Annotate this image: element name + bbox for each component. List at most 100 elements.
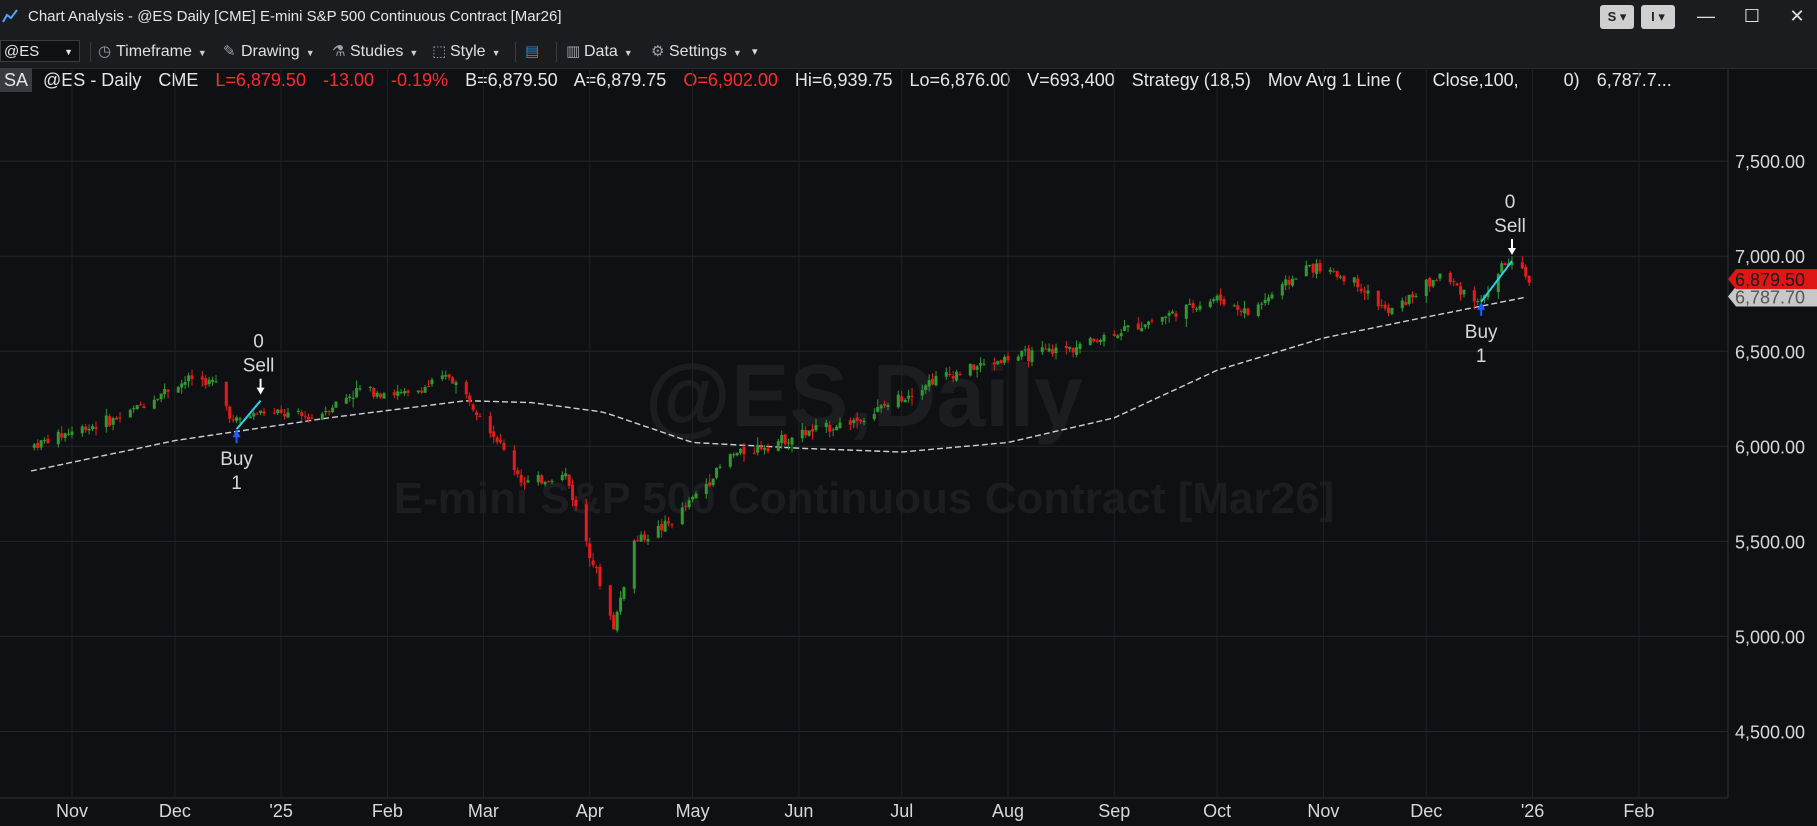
down-candle (591, 560, 595, 566)
down-candle (1071, 347, 1075, 353)
down-candle (1191, 303, 1195, 309)
buy-label: Buy (1465, 322, 1498, 343)
down-candle (307, 416, 311, 420)
up-candle (1198, 305, 1202, 310)
buy-label: Buy (220, 449, 253, 470)
down-candle (1311, 263, 1315, 273)
down-candle (300, 412, 304, 416)
up-candle (715, 467, 719, 478)
up-candle (663, 520, 667, 532)
up-candle (1102, 335, 1106, 342)
down-candle (670, 524, 674, 526)
down-candle (1335, 271, 1339, 278)
up-candle (1184, 304, 1188, 319)
down-candle (972, 364, 976, 370)
down-candle (540, 475, 544, 484)
up-candle (838, 422, 842, 429)
up-candle (344, 397, 348, 404)
up-candle (396, 391, 400, 396)
down-candle (598, 566, 602, 587)
x-axis-tick-label: Dec (1410, 801, 1442, 821)
sell-arrow-icon (256, 387, 265, 395)
up-candle (975, 366, 979, 370)
up-candle (619, 597, 623, 612)
down-candle (667, 521, 671, 524)
down-candle (1064, 345, 1068, 349)
down-candle (859, 419, 863, 422)
up-candle (739, 448, 743, 453)
up-candle (296, 410, 300, 413)
up-candle (252, 413, 256, 417)
down-candle (262, 411, 266, 414)
down-candle (1452, 281, 1456, 283)
up-candle (382, 393, 386, 399)
up-candle (440, 375, 444, 379)
down-candle (1376, 290, 1380, 307)
down-candle (612, 614, 616, 630)
up-candle (1304, 265, 1308, 277)
up-candle (646, 539, 650, 542)
down-candle (708, 482, 712, 486)
up-candle (238, 418, 242, 420)
up-candle (564, 473, 568, 477)
up-candle (1308, 264, 1312, 266)
down-candle (1006, 356, 1010, 361)
up-candle (907, 395, 911, 399)
up-candle (711, 478, 715, 486)
down-candle (468, 395, 472, 403)
up-candle (368, 386, 372, 389)
x-axis-tick-label: '25 (269, 801, 292, 821)
up-candle (879, 405, 883, 409)
down-candle (1174, 313, 1178, 317)
down-candle (512, 450, 516, 470)
up-candle (128, 409, 132, 418)
price-chart[interactable]: 7,500.00 7,000.00 6,500.00 6,000.00 5,500.00… (0, 0, 1817, 826)
down-candle (595, 566, 599, 568)
up-candle (1500, 263, 1504, 273)
down-candle (1527, 275, 1531, 283)
down-candle (992, 362, 996, 365)
up-candle (180, 383, 184, 388)
up-candle (955, 371, 959, 381)
up-candle (1020, 350, 1024, 357)
up-candle (763, 447, 767, 450)
up-candle (187, 375, 191, 382)
up-candle (91, 426, 95, 430)
up-candle (1294, 278, 1298, 280)
up-candle (152, 399, 156, 409)
down-candle (1150, 320, 1154, 322)
up-candle (320, 413, 324, 420)
y-axis-tick-label: 6,500.00 (1735, 342, 1805, 362)
down-candle (1411, 294, 1415, 298)
up-candle (1339, 276, 1343, 278)
down-candle (516, 470, 520, 475)
down-candle (523, 483, 527, 485)
down-candle (999, 360, 1003, 364)
up-candle (1164, 316, 1168, 319)
y-axis-tick-label: 7,500.00 (1735, 152, 1805, 172)
up-candle (756, 444, 760, 453)
down-candle (759, 446, 763, 450)
up-candle (399, 391, 403, 393)
down-candle (804, 429, 808, 436)
down-candle (255, 413, 259, 415)
down-candle (46, 438, 50, 444)
up-candle (135, 405, 139, 410)
up-candle (1143, 324, 1147, 328)
up-candle (156, 398, 160, 400)
down-candle (190, 375, 194, 380)
up-candle (348, 396, 352, 398)
up-candle (1400, 300, 1404, 309)
up-candle (276, 409, 280, 414)
up-candle (331, 407, 335, 413)
up-candle (248, 416, 252, 419)
up-candle (1328, 269, 1332, 272)
up-candle (1208, 301, 1212, 307)
up-candle (334, 401, 338, 408)
down-candle (204, 378, 208, 386)
up-candle (63, 433, 67, 438)
down-candle (958, 374, 962, 376)
up-candle (920, 390, 924, 396)
down-candle (471, 404, 475, 410)
down-candle (379, 393, 383, 398)
